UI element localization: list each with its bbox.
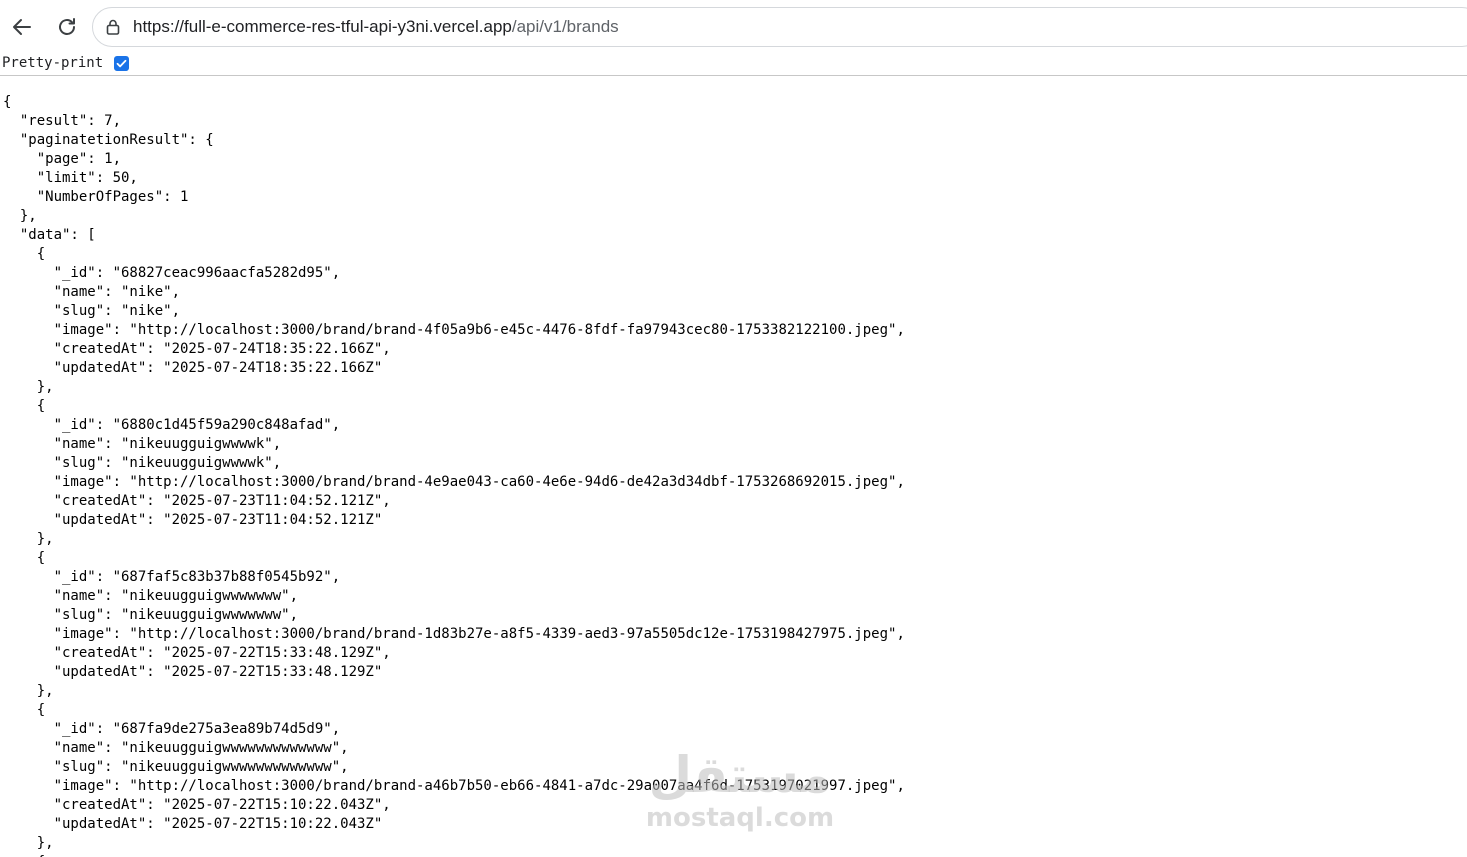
json-line: "paginatetionResult": { [3, 132, 214, 148]
arrow-left-icon [13, 19, 31, 35]
json-line: { [3, 702, 46, 718]
url-path: /api/v1/brands [511, 17, 619, 36]
json-line: "updatedAt": "2025-07-24T18:35:22.166Z" [3, 360, 383, 376]
json-line: "_id": "687fa9de275a3ea89b74d5d9", [3, 721, 341, 737]
json-line: }, [3, 835, 54, 851]
checkmark-icon [116, 59, 127, 68]
json-line: "data": [ [3, 227, 96, 243]
pretty-print-label: Pretty-print [2, 55, 104, 71]
json-line: "_id": "68827ceac996aacfa5282d95", [3, 265, 341, 281]
json-line: }, [3, 208, 37, 224]
address-bar[interactable]: https://full-e-commerce-res-tful-api-y3n… [92, 7, 1467, 47]
json-line: "updatedAt": "2025-07-22T15:33:48.129Z" [3, 664, 383, 680]
json-line: }, [3, 379, 54, 395]
json-line: "slug": "nikeuugguigwwwwwww", [3, 607, 299, 623]
json-line: { [3, 398, 46, 414]
json-line: }, [3, 683, 54, 699]
pretty-print-bar: Pretty-print [0, 52, 1467, 76]
json-line: "createdAt": "2025-07-22T15:33:48.129Z", [3, 645, 391, 661]
url-origin: https://full-e-commerce-res-tful-api-y3n… [133, 17, 512, 36]
json-line: "limit": 50, [3, 170, 138, 186]
json-line: "page": 1, [3, 151, 122, 167]
json-line: }, [3, 531, 54, 547]
json-line: "createdAt": "2025-07-22T15:10:22.043Z", [3, 797, 391, 813]
json-line: { [3, 94, 12, 110]
json-line: "updatedAt": "2025-07-23T11:04:52.121Z" [3, 512, 383, 528]
json-line: { [3, 246, 46, 262]
browser-toolbar: https://full-e-commerce-res-tful-api-y3n… [0, 0, 1467, 52]
json-line: "image": "http://localhost:3000/brand/br… [3, 778, 905, 794]
json-line: "slug": "nikeuugguigwwwwk", [3, 455, 282, 471]
pretty-print-checkbox[interactable] [114, 56, 129, 71]
json-line: "_id": "6880c1d45f59a290c848afad", [3, 417, 341, 433]
json-line: "name": "nikeuugguigwwwwwww", [3, 588, 299, 604]
json-line: "name": "nikeuugguigwwwwk", [3, 436, 282, 452]
json-line: "createdAt": "2025-07-24T18:35:22.166Z", [3, 341, 391, 357]
json-line: "slug": "nike", [3, 303, 181, 319]
json-response-body: { "result": 7, "paginatetionResult": { "… [3, 93, 905, 857]
json-line: "NumberOfPages": 1 [3, 189, 189, 205]
json-line: "createdAt": "2025-07-23T11:04:52.121Z", [3, 493, 391, 509]
json-line: "slug": "nikeuugguigwwwwwwwwwwwww", [3, 759, 349, 775]
json-line: "name": "nike", [3, 284, 181, 300]
json-line: "image": "http://localhost:3000/brand/br… [3, 322, 905, 338]
json-line: "_id": "687faf5c83b37b88f0545b92", [3, 569, 341, 585]
site-info-icon[interactable] [103, 17, 123, 37]
json-line: "image": "http://localhost:3000/brand/br… [3, 626, 905, 642]
json-line: "updatedAt": "2025-07-22T15:10:22.043Z" [3, 816, 383, 832]
json-line: { [3, 550, 46, 566]
json-line: "image": "http://localhost:3000/brand/br… [3, 474, 905, 490]
reload-icon [59, 18, 75, 35]
url-text: https://full-e-commerce-res-tful-api-y3n… [133, 17, 619, 37]
reload-button[interactable] [50, 10, 84, 44]
back-button[interactable] [5, 10, 39, 44]
json-line: "result": 7, [3, 113, 122, 129]
json-line: "name": "nikeuugguigwwwwwwwwwwwww", [3, 740, 349, 756]
